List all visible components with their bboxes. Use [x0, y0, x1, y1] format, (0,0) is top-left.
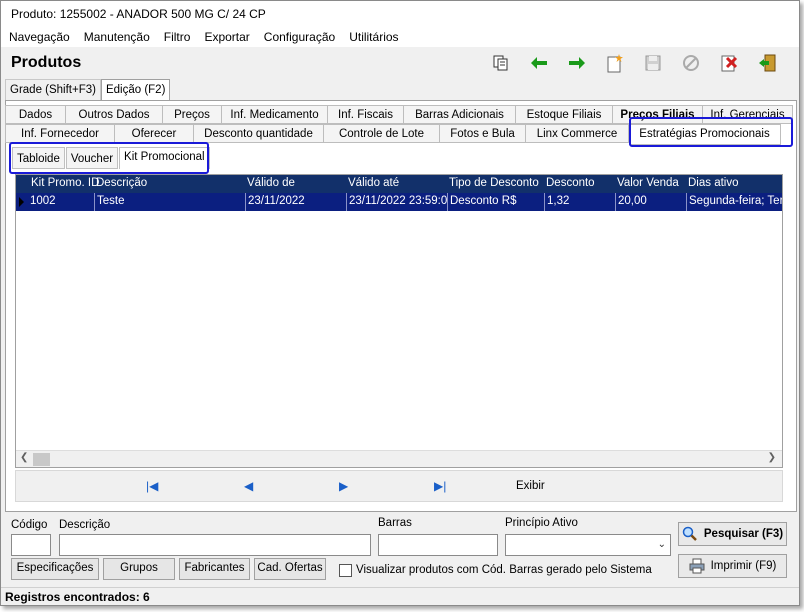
tabs-row-1: Dados Outros Dados Preços Inf. Medicamen…: [5, 105, 793, 124]
toolbar: [475, 51, 779, 75]
menu-exportar[interactable]: Exportar: [204, 27, 249, 47]
grupos-button[interactable]: Grupos: [103, 558, 175, 580]
principio-ativo-select[interactable]: ⌄: [505, 534, 671, 556]
tab-kit-promocional[interactable]: Kit Promocional: [119, 147, 210, 169]
exibir-button[interactable]: Exibir: [516, 480, 545, 492]
col-dias-ativo[interactable]: Dias ativo: [688, 177, 739, 189]
col-tipo-de-desconto[interactable]: Tipo de Desconto: [449, 177, 539, 189]
codigo-label: Código: [11, 519, 48, 531]
tab-barras-adicionais[interactable]: Barras Adicionais: [404, 105, 516, 124]
chevron-down-icon: ⌄: [657, 539, 666, 550]
descricao-label: Descrição: [59, 519, 111, 531]
tab-controle-de-lote[interactable]: Controle de Lote: [324, 124, 440, 143]
next-record-icon[interactable]: ▶: [339, 479, 348, 493]
barras-input[interactable]: [378, 534, 498, 556]
tab-edicao[interactable]: Edição (F2): [100, 79, 171, 101]
page-title: Produtos: [11, 54, 82, 71]
tab-linx-commerce[interactable]: Linx Commerce: [526, 124, 629, 143]
prev-record-icon[interactable]: ◀: [244, 479, 253, 493]
tab-oferecer[interactable]: Oferecer: [115, 124, 194, 143]
save-icon: [641, 51, 665, 75]
scroll-right-icon[interactable]: ❯: [768, 452, 776, 463]
cell-valido-ate: 23/11/2022 23:59:00: [346, 193, 447, 211]
product-window: Produto: 1255002 - ANADOR 500 MG C/ 24 C…: [0, 0, 800, 606]
menu-navegacao[interactable]: Navegação: [9, 27, 70, 47]
descricao-input[interactable]: [59, 534, 371, 556]
scroll-thumb[interactable]: [33, 453, 50, 466]
menu-utilitarios[interactable]: Utilitários: [349, 27, 398, 47]
arrow-left-icon[interactable]: [527, 51, 551, 75]
col-valido-ate[interactable]: Válido até: [348, 177, 399, 189]
cad-ofertas-button[interactable]: Cad. Ofertas: [254, 558, 326, 580]
col-kit-promo-id[interactable]: Kit Promo. ID: [31, 177, 99, 189]
cell-dias-ativo: Segunda-feira; Terça-feira: [686, 193, 782, 211]
menu-manutencao[interactable]: Manutenção: [84, 27, 150, 47]
cell-tipo-de-desconto: Desconto R$: [447, 193, 544, 211]
mode-tabs: Grade (Shift+F3) Edição (F2): [5, 79, 171, 101]
menu-configuracao[interactable]: Configuração: [264, 27, 335, 47]
col-valor-venda[interactable]: Valor Venda: [617, 177, 679, 189]
cell-desconto: 1,32: [544, 193, 615, 211]
exit-icon[interactable]: [755, 51, 779, 75]
barcode-system-checkbox-label[interactable]: Visualizar produtos com Cód. Barras gera…: [356, 564, 652, 576]
cancel-icon: [679, 51, 703, 75]
last-record-icon[interactable]: ▶|: [434, 479, 446, 493]
principio-ativo-label: Princípio Ativo: [505, 517, 578, 529]
especificacoes-button[interactable]: Especificações: [11, 558, 99, 580]
table-row[interactable]: 1002 Teste 23/11/2022 23/11/2022 23:59:0…: [16, 193, 782, 211]
sub-tabs: Tabloide Voucher Kit Promocional: [12, 147, 211, 169]
tab-voucher[interactable]: Voucher: [65, 147, 119, 169]
new-icon[interactable]: [603, 51, 627, 75]
window-title: Produto: 1255002 - ANADOR 500 MG C/ 24 C…: [1, 1, 799, 27]
tabs-row-2: Inf. Fornecedor Oferecer Desconto quanti…: [5, 124, 781, 145]
menu-filtro[interactable]: Filtro: [164, 27, 191, 47]
current-row-indicator-icon: [19, 197, 24, 207]
tab-inf-gerenciais[interactable]: Inf. Gerenciais: [703, 105, 793, 124]
record-navigator: |◀ ◀ ▶ ▶| Exibir: [15, 470, 783, 502]
first-record-icon[interactable]: |◀: [146, 479, 158, 493]
horizontal-scrollbar[interactable]: ❮ ❯: [16, 450, 782, 467]
kit-promocional-grid[interactable]: Kit Promo. ID Descrição Válido de Válido…: [15, 174, 783, 468]
pesquisar-button[interactable]: Pesquisar (F3): [678, 522, 787, 546]
grid-header: Kit Promo. ID Descrição Válido de Válido…: [16, 175, 782, 193]
tab-fotos-e-bula[interactable]: Fotos e Bula: [440, 124, 526, 143]
tab-estrategias-promocionais[interactable]: Estratégias Promocionais: [629, 124, 781, 145]
imprimir-button[interactable]: Imprimir (F9): [678, 554, 787, 578]
tab-precos[interactable]: Preços: [163, 105, 222, 124]
imprimir-label: Imprimir (F9): [710, 560, 777, 572]
printer-icon: [689, 558, 705, 574]
codigo-input[interactable]: [11, 534, 51, 556]
tab-dados[interactable]: Dados: [5, 105, 66, 124]
cell-valor-venda: 20,00: [615, 193, 686, 211]
col-descricao[interactable]: Descrição: [96, 177, 147, 189]
col-valido-de[interactable]: Válido de: [247, 177, 295, 189]
tab-desconto-quantidade[interactable]: Desconto quantidade: [194, 124, 324, 143]
tab-precos-filiais[interactable]: Preços Filiais: [613, 105, 703, 124]
delete-icon[interactable]: [717, 51, 741, 75]
status-bar: Registros encontrados: 6: [1, 587, 799, 605]
page-header: Produtos: [1, 48, 799, 78]
menu-bar: Navegação Manutenção Filtro Exportar Con…: [1, 27, 799, 47]
tab-tabloide[interactable]: Tabloide: [12, 147, 65, 169]
copy-icon[interactable]: [489, 51, 513, 75]
tab-estoque-filiais[interactable]: Estoque Filiais: [516, 105, 613, 124]
tab-grade[interactable]: Grade (Shift+F3): [5, 79, 101, 101]
tab-outros-dados[interactable]: Outros Dados: [66, 105, 163, 124]
barras-label: Barras: [378, 517, 412, 529]
scroll-left-icon[interactable]: ❮: [20, 452, 28, 463]
cell-kit-promo-id: 1002: [30, 195, 56, 207]
arrow-right-icon[interactable]: [565, 51, 589, 75]
col-desconto[interactable]: Desconto: [546, 177, 595, 189]
tab-inf-medicamento[interactable]: Inf. Medicamento: [222, 105, 328, 124]
tab-inf-fornecedor[interactable]: Inf. Fornecedor: [5, 124, 115, 143]
filter-area: Código Descrição Barras Princípio Ativo …: [1, 514, 799, 589]
fabricantes-button[interactable]: Fabricantes: [179, 558, 250, 580]
search-icon: [682, 526, 697, 541]
tab-inf-fiscais[interactable]: Inf. Fiscais: [328, 105, 404, 124]
pesquisar-label: Pesquisar (F3): [703, 528, 784, 540]
barcode-system-checkbox[interactable]: [339, 564, 352, 577]
cell-descricao: Teste: [94, 193, 245, 211]
cell-valido-de: 23/11/2022: [245, 193, 346, 211]
